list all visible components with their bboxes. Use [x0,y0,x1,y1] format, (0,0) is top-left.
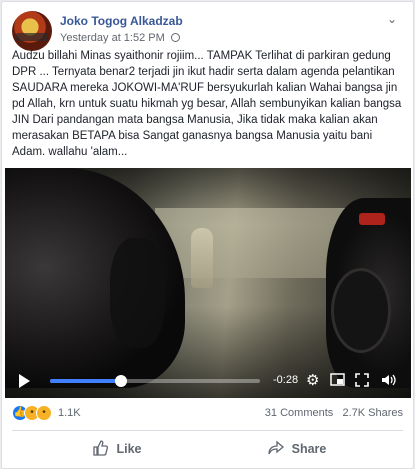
reaction-count[interactable]: 1.1K [58,407,81,419]
post-actions: Like Share [2,431,413,467]
share-label: Share [291,442,327,456]
play-icon[interactable] [19,374,30,388]
video-scene-figure [191,228,213,288]
video-progress-knob[interactable] [115,375,128,387]
video-scene-wall [155,208,355,278]
post-card: Joko Togog Alkadzab Yesterday at 1:52 PM… [1,1,414,469]
video-controls: -0:28 ⚙ [5,364,411,398]
video-scene-wheel-right [331,268,391,353]
comment-share-counts: 31 Comments 2.7K Shares [265,407,403,419]
timestamp[interactable]: Yesterday at 1:52 PM [60,32,165,44]
chevron-down-icon[interactable]: ⌄ [387,12,397,26]
time-remaining: -0:28 [273,374,299,386]
settings-gear-icon[interactable]: ⚙ [306,373,319,389]
globe-icon [170,33,180,42]
post-text: Audzu billahi Minas syaithonir rojiim...… [12,50,402,158]
video-progress-bar[interactable] [50,375,260,387]
like-button[interactable]: Like [27,431,207,467]
avatar[interactable] [12,11,52,51]
share-arrow-icon [267,440,284,459]
author-name[interactable]: Joko Togog Alkadzab [60,14,183,28]
video-player[interactable]: -0:28 ⚙ [5,168,411,398]
engagement-bar: 👍 • • 1.1K 31 Comments 2.7K Shares [12,405,403,422]
volume-icon[interactable] [381,373,397,391]
share-button[interactable]: Share [207,431,387,467]
share-count[interactable]: 2.7K Shares [342,407,403,419]
comment-count[interactable]: 31 Comments [265,407,333,419]
video-scene-wheel-left [110,238,165,348]
post-header: Joko Togog Alkadzab Yesterday at 1:52 PM… [12,10,403,51]
video-progress-fill [50,379,122,383]
fullscreen-icon[interactable] [355,373,369,391]
like-label: Like [116,442,142,456]
thumbs-up-icon [92,439,109,459]
picture-in-picture-icon[interactable] [330,373,345,390]
haha-reaction-icon[interactable]: • [36,405,52,421]
post-meta: Yesterday at 1:52 PM [60,32,180,44]
video-scene-tail-light [359,213,385,225]
